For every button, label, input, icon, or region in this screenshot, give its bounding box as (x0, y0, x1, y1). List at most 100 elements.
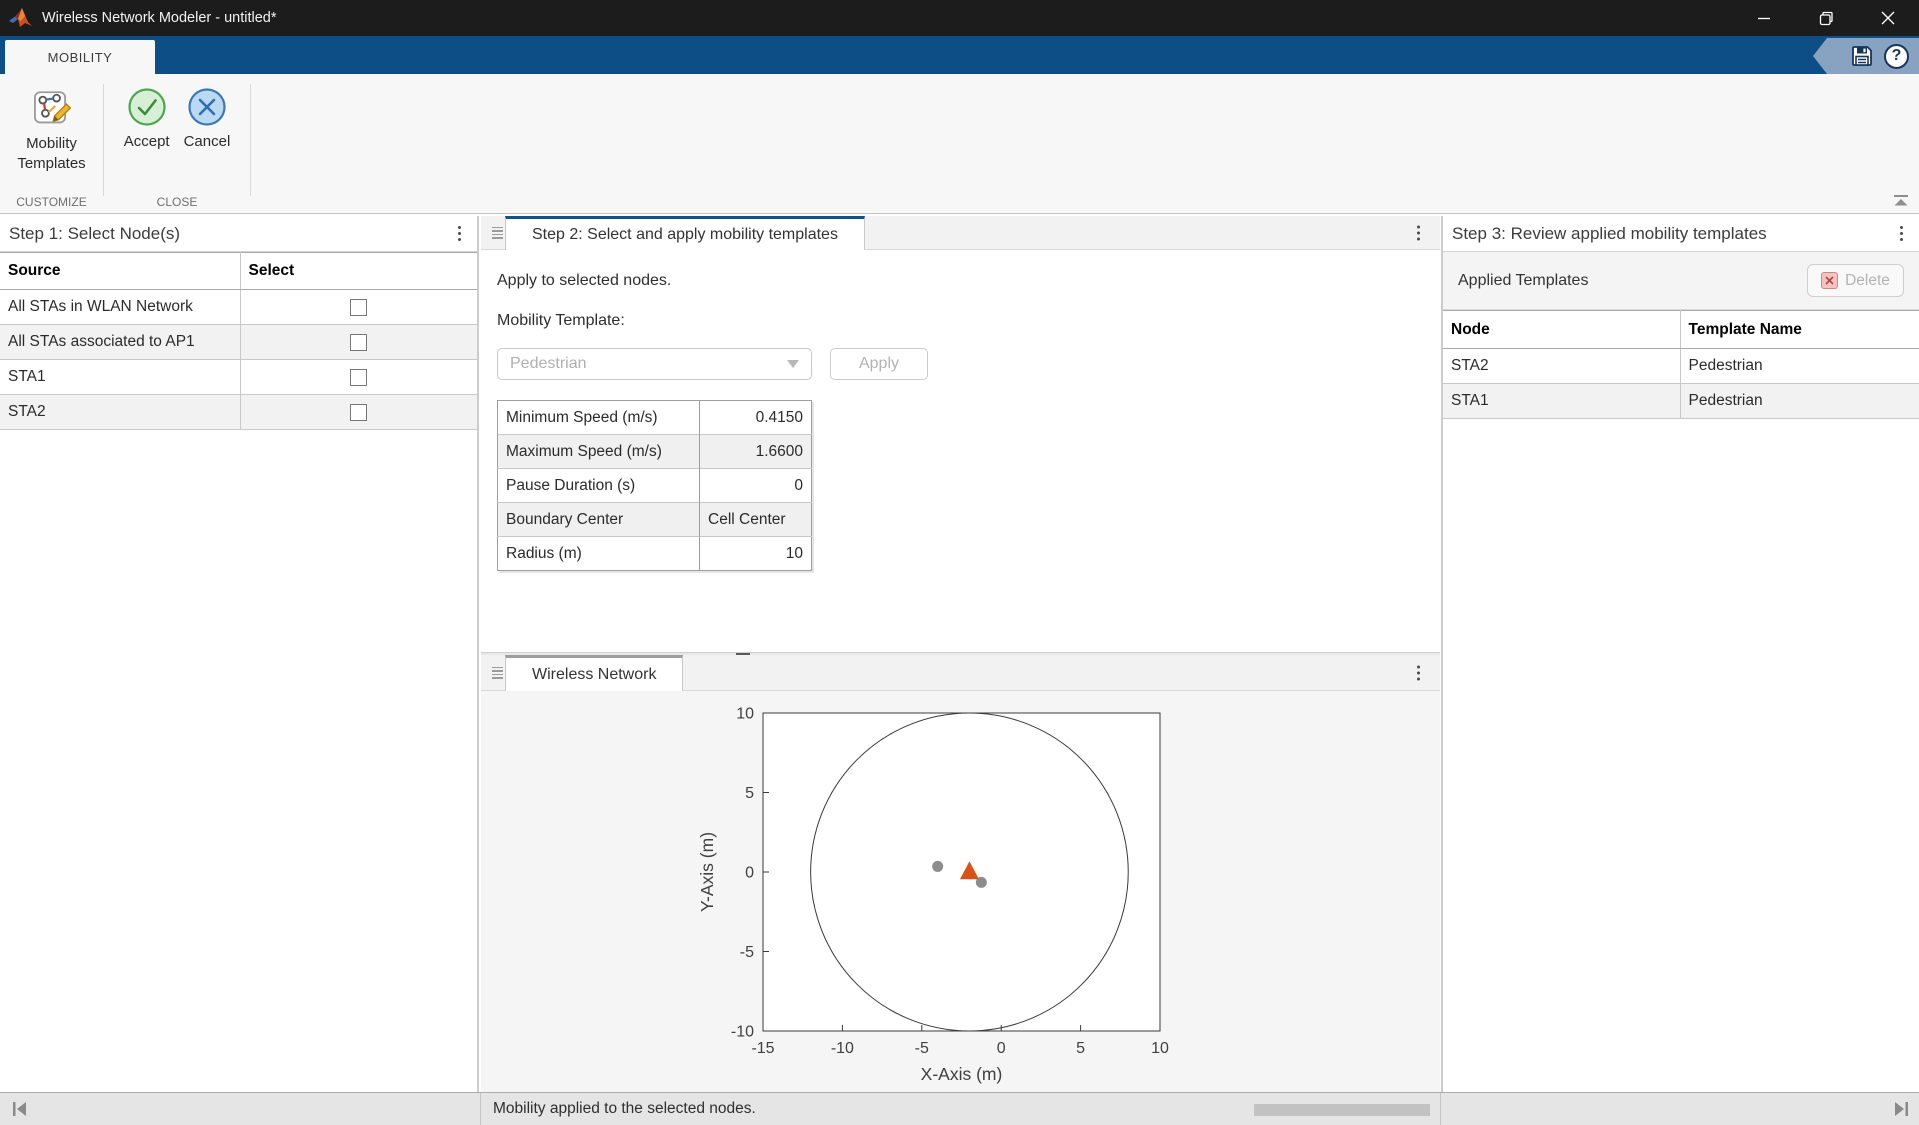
select-cell (240, 360, 477, 395)
step3-menu-icon[interactable] (1891, 226, 1911, 241)
drag-handle-icon[interactable] (492, 667, 504, 679)
applied-templates-label: Applied Templates (1458, 272, 1807, 290)
column-header-source: Source (0, 253, 240, 290)
cancel-button[interactable]: Cancel (184, 87, 231, 152)
mobility-templates-button[interactable]: Mobility Templates (0, 87, 103, 174)
minimize-icon (1757, 11, 1771, 25)
network-tab-bar: Wireless Network (481, 655, 1440, 691)
table-row[interactable]: All STAs associated to AP1 (0, 325, 477, 360)
network-plot: -15-10-50510-10-50510X-Axis (m)Y-Axis (m… (481, 691, 1440, 1092)
ribbon-toolbar: Mobility Templates CUSTOMIZE Accept (0, 74, 1919, 214)
params-table-body: Minimum Speed (m/s)0.4150Maximum Speed (… (498, 401, 812, 571)
close-icon (1881, 11, 1895, 25)
param-value[interactable]: 1.6600 (700, 435, 812, 469)
close-button[interactable] (1857, 0, 1919, 36)
mobility-template-label: Mobility Template: (497, 312, 1440, 330)
table-row[interactable]: STA1Pedestrian (1443, 384, 1919, 419)
minimize-button[interactable] (1733, 0, 1795, 36)
step2-tab-label: Step 2: Select and apply mobility templa… (532, 226, 838, 244)
param-value[interactable]: Cell Center (700, 503, 812, 537)
accept-label: Accept (124, 132, 170, 152)
source-cell: STA2 (0, 395, 240, 430)
param-name: Maximum Speed (m/s) (498, 435, 700, 469)
select-checkbox[interactable] (350, 404, 367, 421)
mobility-templates-label: Mobility Templates (6, 134, 98, 174)
window-title: Wireless Network Modeler - untitled* (42, 10, 277, 26)
network-menu-icon[interactable] (1408, 665, 1428, 680)
toolbar-group-close: Accept Cancel CLOSE (104, 74, 250, 213)
status-message: Mobility applied to the selected nodes. (493, 1100, 756, 1118)
param-value[interactable]: 0.4150 (700, 401, 812, 435)
param-row: Boundary CenterCell Center (498, 503, 812, 537)
step2-tab-bar: Step 2: Select and apply mobility templa… (481, 216, 1440, 250)
y-tick-label: 10 (736, 706, 754, 723)
step3-header: Step 3: Review applied mobility template… (1443, 216, 1919, 252)
y-tick-label: 0 (745, 865, 754, 882)
delete-button[interactable]: Delete (1807, 264, 1904, 297)
x-axis-label: X-Axis (m) (921, 1064, 1003, 1084)
apply-button[interactable]: Apply (830, 348, 928, 380)
cancel-label: Cancel (184, 132, 231, 152)
horizontal-scrollbar-thumb[interactable] (1254, 1104, 1430, 1116)
column-header-template-name: Template Name (1680, 311, 1919, 349)
select-cell (240, 290, 477, 325)
y-tick-label: 5 (745, 785, 754, 802)
panel-step1: Step 1: Select Node(s) Source Select All… (0, 216, 479, 1092)
node-cell: STA2 (1443, 349, 1680, 384)
window-controls (1733, 0, 1919, 36)
param-name: Minimum Speed (m/s) (498, 401, 700, 435)
mobility-templates-icon (31, 87, 73, 129)
tab-wireless-network[interactable]: Wireless Network (505, 655, 683, 691)
cancel-x-icon (187, 87, 227, 127)
step2-menu-icon[interactable] (1408, 225, 1428, 240)
skip-to-start-icon[interactable] (12, 1100, 28, 1118)
template-name-cell: Pedestrian (1680, 349, 1919, 384)
param-name: Radius (m) (498, 537, 700, 571)
x-tick-label: 10 (1151, 1040, 1169, 1057)
dropdown-value: Pedestrian (510, 355, 587, 373)
param-value[interactable]: 10 (700, 537, 812, 571)
collapse-ribbon-icon[interactable] (1892, 194, 1910, 207)
tab-step2[interactable]: Step 2: Select and apply mobility templa… (505, 216, 865, 250)
network-plot-area: -15-10-50510-10-50510X-Axis (m)Y-Axis (m… (481, 691, 1440, 1092)
accept-button[interactable]: Accept (124, 87, 170, 152)
skip-to-end-icon[interactable] (1893, 1100, 1909, 1118)
restore-icon (1819, 11, 1834, 26)
app-window: Wireless Network Modeler - untitled* MOB… (0, 0, 1919, 1125)
applied-templates-table: Node Template Name STA2PedestrianSTA1Ped… (1443, 310, 1919, 419)
table-row[interactable]: STA2 (0, 395, 477, 430)
apply-instruction: Apply to selected nodes. (497, 272, 1440, 290)
x-tick-label: -10 (831, 1040, 854, 1057)
matlab-logo-icon (9, 8, 32, 29)
select-checkbox[interactable] (350, 334, 367, 351)
select-checkbox[interactable] (350, 369, 367, 386)
help-icon[interactable]: ? (1884, 44, 1909, 69)
step3-table-body: STA2PedestrianSTA1Pedestrian (1443, 349, 1919, 419)
template-name-cell: Pedestrian (1680, 384, 1919, 419)
column-header-node: Node (1443, 311, 1680, 349)
ribbon-tab-bar: MOBILITY ? (0, 36, 1919, 74)
select-checkbox[interactable] (350, 299, 367, 316)
accept-check-icon (127, 87, 167, 127)
table-row[interactable]: STA1 (0, 360, 477, 395)
status-divider (480, 1093, 481, 1125)
section-customize: CUSTOMIZE (0, 195, 103, 209)
toolbar-group-customize: Mobility Templates CUSTOMIZE (0, 74, 103, 213)
applied-templates-bar: Applied Templates Delete (1443, 252, 1919, 310)
wireless-network-tab-label: Wireless Network (532, 666, 656, 684)
save-icon[interactable] (1850, 44, 1874, 68)
drag-handle-icon[interactable] (492, 227, 504, 239)
param-value[interactable]: 0 (700, 469, 812, 503)
y-tick-label: -5 (740, 944, 754, 961)
restore-button[interactable] (1795, 0, 1857, 36)
table-row[interactable]: All STAs in WLAN Network (0, 290, 477, 325)
tab-mobility[interactable]: MOBILITY (5, 40, 155, 74)
mobility-template-dropdown[interactable]: Pedestrian (497, 348, 812, 380)
quick-access-toolbar: ? (1813, 38, 1919, 74)
toolbar-separator (250, 84, 251, 196)
source-cell: All STAs in WLAN Network (0, 290, 240, 325)
delete-x-icon (1821, 272, 1838, 289)
section-close: CLOSE (104, 195, 250, 209)
step1-menu-icon[interactable] (449, 226, 469, 241)
table-row[interactable]: STA2Pedestrian (1443, 349, 1919, 384)
